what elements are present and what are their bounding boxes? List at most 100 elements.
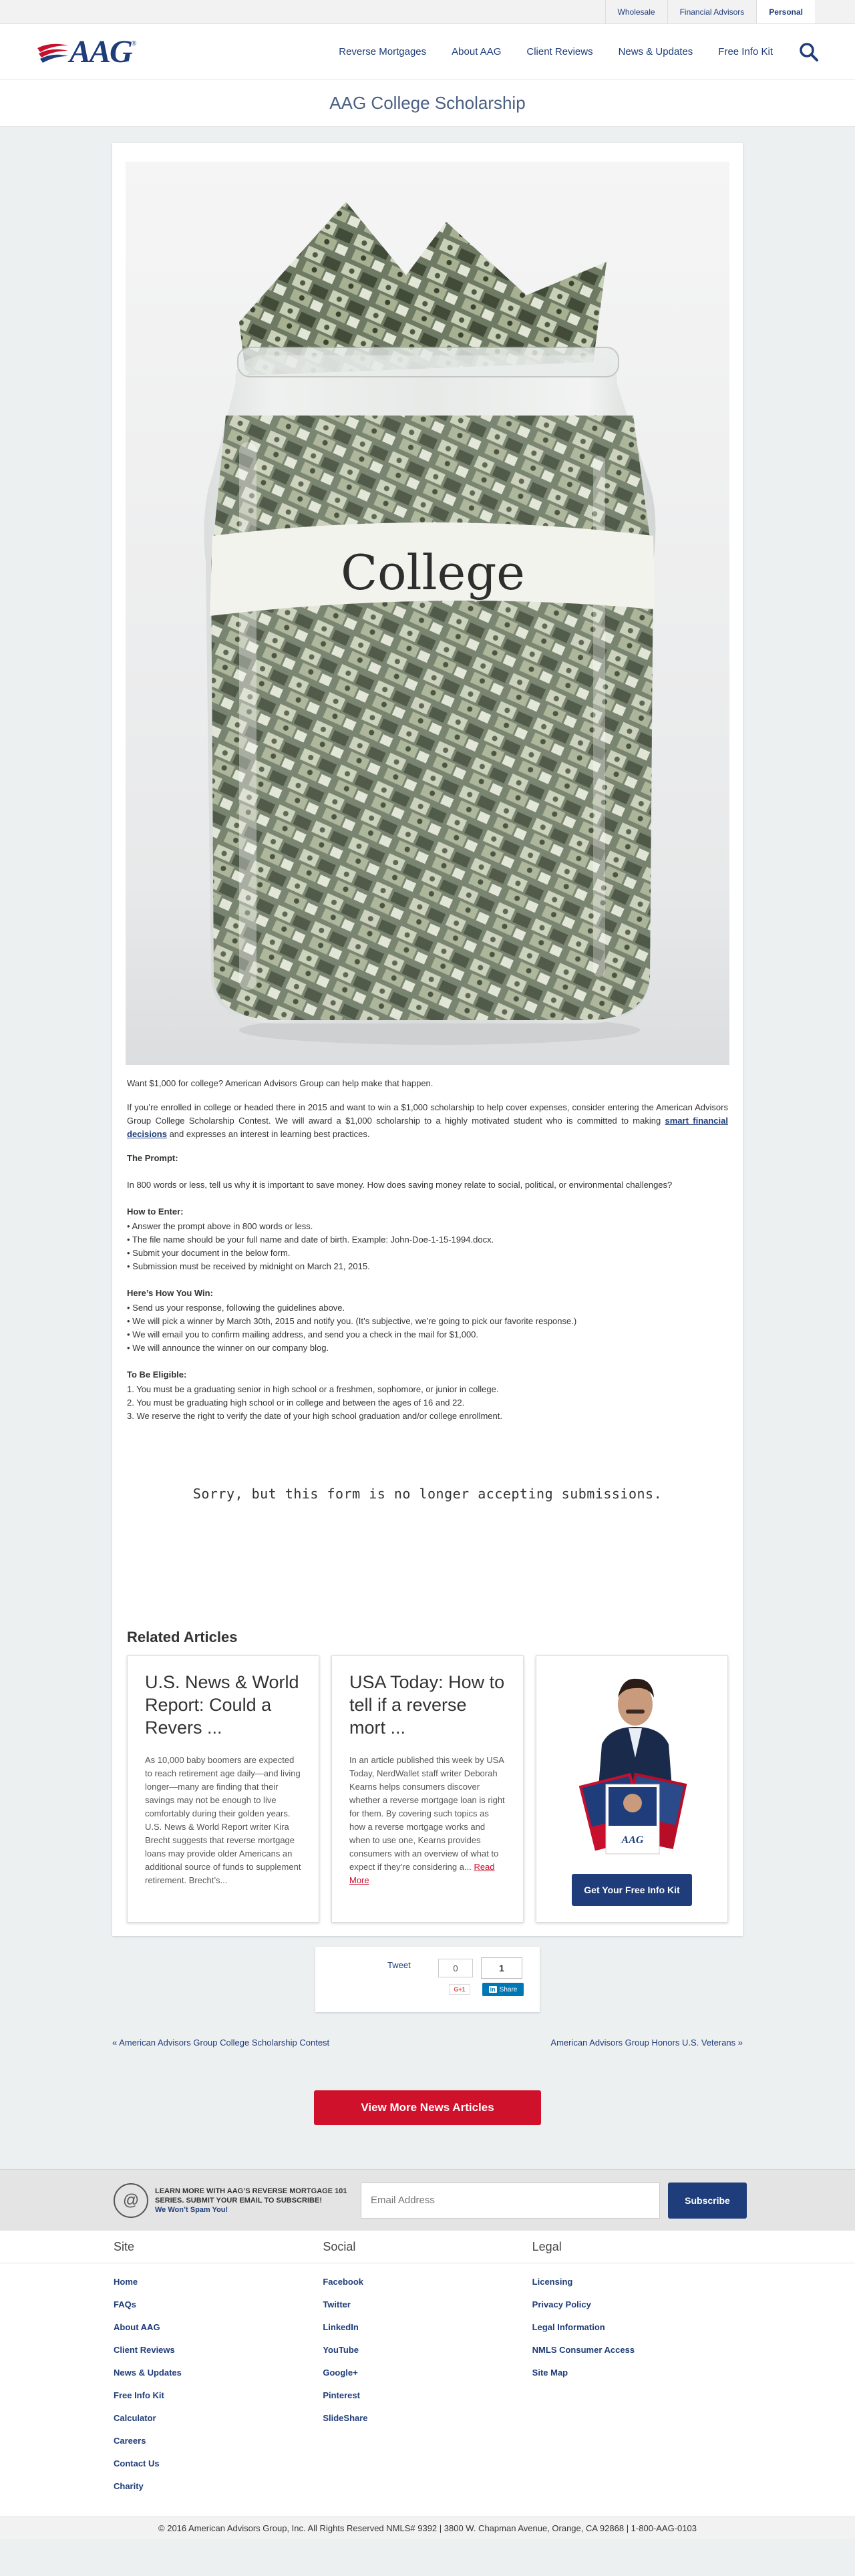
subscribe-button[interactable]: Subscribe [668,2182,747,2219]
footer-link-careers[interactable]: Careers [114,2430,323,2452]
registered-mark: ® [131,39,137,47]
footer-link-legal-info[interactable]: Legal Information [532,2316,741,2339]
footer-link-licensing[interactable]: Licensing [532,2271,741,2293]
eligibility-list: 1. You must be a graduating senior in hi… [127,1383,728,1423]
footer-link-client-reviews[interactable]: Client Reviews [114,2339,323,2362]
footer-link-youtube[interactable]: YouTube [323,2339,532,2362]
list-item: • We will pick a winner by March 30th, 2… [127,1316,577,1326]
social-share-box: Tweet 0 1 G+1 in Share [315,1947,540,2012]
footer-link-facebook[interactable]: Facebook [323,2271,532,2293]
related-article-card[interactable]: U.S. News & World Report: Could a Revers… [127,1655,319,1923]
main-content: College Want $1,000 for college? America… [0,127,855,2169]
utility-bar: Wholesale Financial Advisors Personal [0,0,855,24]
prompt-heading: The Prompt: [127,1153,178,1163]
nav-reverse-mortgages[interactable]: Reverse Mortgages [326,46,439,57]
footer-heading: Site [114,2240,135,2253]
list-item: 3. We reserve the right to verify the da… [127,1411,502,1421]
footer-link-google-plus[interactable]: Google+ [323,2362,532,2384]
how-you-win-heading: Here’s How You Win: [127,1288,213,1298]
nav-about-aag[interactable]: About AAG [439,46,514,57]
related-article-card[interactable]: USA Today: How to tell if a reverse mort… [331,1655,524,1923]
related-article-excerpt: As 10,000 baby boomers are expected to r… [145,1755,301,1885]
utility-link-personal[interactable]: Personal [756,0,815,23]
footer-link-linkedin[interactable]: LinkedIn [323,2316,532,2339]
share-count: 1 [481,1957,522,1979]
list-item: • We will announce the winner on our com… [127,1343,329,1353]
page-title: AAG College Scholarship [329,93,526,113]
newsletter-signup: @ LEARN MORE WITH AAG’S REVERSE MORTGAGE… [0,2169,855,2231]
article-card: College Want $1,000 for college? America… [112,143,743,1936]
site-logo[interactable]: AAG ® [36,32,136,72]
newsletter-subtext: We Won’t Spam You! [155,2205,228,2214]
footer-link-faqs[interactable]: FAQs [114,2293,323,2316]
share-count: 0 [438,1959,473,1977]
related-article-title[interactable]: USA Today: How to tell if a reverse mort… [349,1671,506,1739]
footer-link-site-map[interactable]: Site Map [532,2362,741,2384]
info-kit-card: AAG Get Your Free Info Kit [536,1655,728,1923]
footer-link-calculator[interactable]: Calculator [114,2407,323,2430]
list-item: • Submit your document in the below form… [127,1248,291,1258]
list-item: • Answer the prompt above in 800 words o… [127,1221,313,1231]
footer-columns: Site Home FAQs About AAG Client Reviews … [114,2231,741,2498]
footer-col-social: Social Facebook Twitter LinkedIn YouTube… [323,2231,532,2498]
nav-free-info-kit[interactable]: Free Info Kit [705,46,786,57]
footer-col-legal: Legal Licensing Privacy Policy Legal Inf… [532,2231,741,2498]
utility-link-wholesale[interactable]: Wholesale [605,0,667,23]
footer-link-nmls[interactable]: NMLS Consumer Access [532,2339,741,2362]
linkedin-share-label: Share [499,1985,518,1993]
related-articles-heading: Related Articles [127,1629,238,1645]
list-item: • The file name should be your full name… [127,1235,494,1245]
main-nav: Reverse Mortgages About AAG Client Revie… [326,42,819,62]
footer-link-slideshare[interactable]: SlideShare [323,2407,532,2430]
related-articles-grid: U.S. News & World Report: Could a Revers… [127,1655,728,1923]
jar-label-text: College [341,544,525,601]
copyright-bar: © 2016 American Advisors Group, Inc. All… [0,2517,855,2539]
flag-swoosh-icon [36,39,69,65]
linkedin-share-button[interactable]: in Share [482,1983,524,1996]
footer-heading: Legal [532,2240,562,2253]
linkedin-icon: in [488,1986,497,1993]
svg-text:AAG: AAG [621,1834,644,1846]
article-body: Want $1,000 for college? American Adviso… [126,1065,729,1923]
description-text-after: and expresses an interest in learning be… [166,1129,370,1139]
nav-client-reviews[interactable]: Client Reviews [514,46,605,57]
newsletter-text: LEARN MORE WITH AAG’S REVERSE MORTGAGE 1… [155,2187,355,2215]
more-news-section: View More News Articles [0,2048,855,2169]
newsletter-headline: LEARN MORE WITH AAG’S REVERSE MORTGAGE 1… [155,2187,347,2205]
footer-link-home[interactable]: Home [114,2271,323,2293]
eligibility-heading: To Be Eligible: [127,1370,187,1380]
spokesperson-with-kit-image: AAG [575,1671,689,1865]
footer-link-about[interactable]: About AAG [114,2316,323,2339]
description-paragraph: If you’re enrolled in college or headed … [127,1101,728,1141]
intro-text: Want $1,000 for college? American Adviso… [127,1078,434,1088]
previous-post-link[interactable]: « American Advisors Group College Schola… [112,2038,329,2048]
footer-link-news[interactable]: News & Updates [114,2362,323,2384]
get-free-info-kit-button[interactable]: Get Your Free Info Kit [572,1874,692,1906]
next-post-link[interactable]: American Advisors Group Honors U.S. Vete… [550,2038,743,2048]
email-field[interactable] [361,2182,660,2219]
page-title-bar: AAG College Scholarship [0,80,855,127]
footer-link-free-info-kit[interactable]: Free Info Kit [114,2384,323,2407]
footer-link-contact[interactable]: Contact Us [114,2452,323,2475]
related-article-excerpt: In an article published this week by USA… [349,1754,506,1887]
prompt-text: In 800 words or less, tell us why it is … [127,1180,673,1190]
site-header: AAG ® Reverse Mortgages About AAG Client… [0,24,855,80]
footer-link-twitter[interactable]: Twitter [323,2293,532,2316]
site-footer: Site Home FAQs About AAG Client Reviews … [0,2231,855,2517]
nav-news-updates[interactable]: News & Updates [606,46,706,57]
related-article-title[interactable]: U.S. News & World Report: Could a Revers… [145,1671,301,1739]
google-plus-button[interactable]: G+1 [449,1984,470,1995]
list-item: • Submission must be received by midnigh… [127,1261,370,1271]
tweet-button[interactable]: Tweet [387,1960,411,1970]
at-sign-icon: @ [114,2183,148,2218]
footer-link-charity[interactable]: Charity [114,2475,323,2498]
utility-link-financial-advisors[interactable]: Financial Advisors [667,0,757,23]
post-navigation: « American Advisors Group College Schola… [112,2038,743,2048]
form-closed-message: Sorry, but this form is no longer accept… [192,1486,663,1502]
how-to-enter-heading: How to Enter: [127,1206,184,1217]
related-article-excerpt-text: In an article published this week by USA… [349,1755,505,1872]
view-more-news-button[interactable]: View More News Articles [314,2090,541,2125]
footer-link-privacy[interactable]: Privacy Policy [532,2293,741,2316]
search-icon[interactable] [799,42,819,62]
footer-link-pinterest[interactable]: Pinterest [323,2384,532,2407]
